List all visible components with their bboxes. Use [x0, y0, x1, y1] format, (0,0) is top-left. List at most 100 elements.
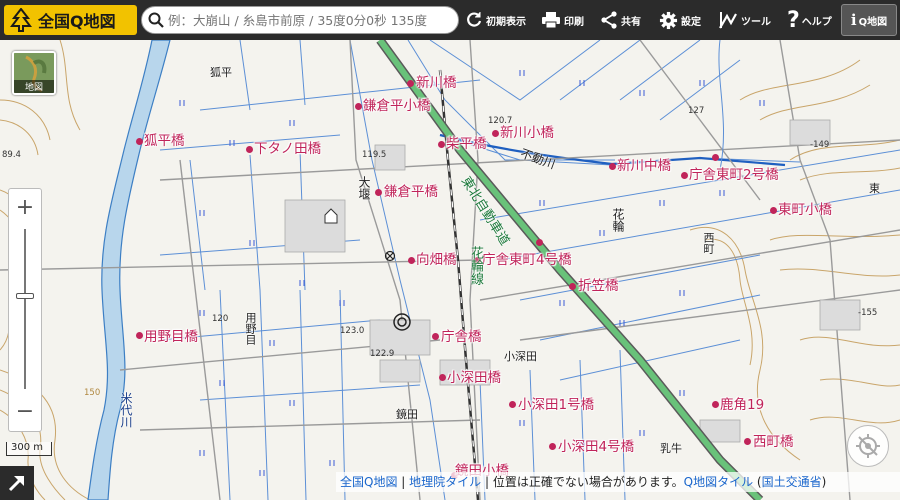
elevation-label: 122.9: [370, 349, 395, 359]
tree-icon: [10, 8, 32, 32]
bridge-marker: [770, 207, 777, 214]
area-label: 乳牛: [660, 442, 682, 455]
area-label: 鏡田: [396, 408, 418, 421]
attribution-link-app[interactable]: 全国Q地図: [340, 475, 397, 489]
bridge-marker: [609, 163, 616, 170]
railway-label: 花輪線: [468, 246, 483, 285]
place-label[interactable]: 狐平橋: [144, 133, 185, 149]
gear-icon: [659, 11, 678, 29]
question-icon: ?: [787, 7, 800, 33]
share-label: 共有: [621, 16, 641, 28]
map-base-layer: [0, 40, 900, 500]
place-label[interactable]: 小深田4号橋: [558, 439, 634, 455]
app-logo[interactable]: 全国Q地図: [4, 5, 137, 35]
share-icon: [601, 11, 617, 29]
elevation-label: 150: [84, 388, 101, 398]
place-label[interactable]: 庁舎橋: [441, 329, 482, 345]
elevation-label: 120.7: [488, 116, 513, 126]
tools-icon: [719, 12, 737, 29]
q-map-label: Q地図: [858, 16, 888, 28]
bridge-marker: [375, 189, 382, 196]
refresh-icon: [467, 12, 482, 27]
zoom-slider-track[interactable]: [24, 229, 26, 389]
search-icon: [148, 12, 164, 28]
bridge-marker: [536, 239, 543, 246]
zoom-slider-handle[interactable]: [16, 293, 34, 299]
river-label: 米代川: [119, 392, 133, 428]
layer-switch-button[interactable]: 地図: [12, 51, 56, 95]
elevation-label: 89.4: [2, 150, 21, 160]
bridge-marker: [492, 130, 499, 137]
map-view[interactable]: 新川橋 鎌倉平小橋 新川小橋 狐平橋 下タノ田橋 柴平橋 新川中橋 庁舎東町2号…: [0, 40, 900, 500]
bridge-marker: [681, 172, 688, 179]
place-label[interactable]: 新川小橋: [500, 125, 554, 141]
search-input[interactable]: [168, 12, 458, 28]
search-box[interactable]: [141, 6, 459, 34]
bridge-marker: [744, 438, 751, 445]
place-label[interactable]: 小深田1号橋: [518, 397, 594, 413]
zoom-out-button[interactable]: −: [9, 395, 41, 429]
tools-label: ツール: [741, 16, 771, 28]
place-label[interactable]: 下タノ田橋: [254, 141, 321, 157]
elevation-label: 119.5: [362, 150, 387, 160]
q-map-button[interactable]: i Q地図: [841, 4, 897, 36]
layer-switch-label: 地図: [14, 80, 54, 93]
area-label: 小深田: [504, 350, 537, 363]
zoom-in-button[interactable]: +: [9, 191, 41, 225]
place-label[interactable]: 庁舎東町4号橋: [482, 252, 572, 268]
place-label[interactable]: 用野目橋: [144, 329, 198, 345]
bridge-marker: [438, 141, 445, 148]
crosshair-icon: [856, 434, 880, 458]
elevation-label: -149: [810, 140, 830, 150]
bridge-marker: [549, 443, 556, 450]
bridge-marker: [569, 283, 576, 290]
attribution-link-qmap-tile[interactable]: Q地図タイル: [684, 475, 753, 489]
place-label[interactable]: 小深田橋: [447, 370, 501, 386]
bridge-marker: [712, 401, 719, 408]
bridge-marker: [355, 103, 362, 110]
place-label[interactable]: 向畑橋: [416, 252, 457, 268]
bridge-marker: [246, 146, 253, 153]
place-label[interactable]: 折笠橋: [578, 278, 619, 294]
place-label[interactable]: 鎌倉平橋: [384, 184, 438, 200]
attribution-link-mlit[interactable]: 国土交通省: [762, 475, 822, 489]
current-location-button[interactable]: [847, 425, 889, 467]
attribution-link-gsi[interactable]: 地理院タイル: [409, 475, 481, 489]
settings-label: 設定: [681, 16, 701, 28]
bridge-marker: [136, 138, 143, 145]
place-label[interactable]: 東町小橋: [778, 202, 832, 218]
settings-button[interactable]: 設定: [659, 8, 701, 32]
reset-view-button[interactable]: 初期表示: [465, 8, 526, 32]
place-label[interactable]: 西町橋: [753, 434, 794, 450]
top-toolbar: 全国Q地図 初期表示 印刷 共有: [0, 0, 900, 40]
attribution-paren-close: ): [821, 475, 827, 489]
place-label[interactable]: 新川中橋: [617, 158, 671, 174]
bridge-marker: [432, 333, 439, 340]
bridge-marker: [408, 257, 415, 264]
area-label: 用野目: [244, 312, 257, 345]
area-label: 西町: [702, 232, 715, 254]
scale-bar: 300 m: [6, 442, 52, 456]
place-label[interactable]: 新川橋: [416, 75, 457, 91]
print-button[interactable]: 印刷: [541, 8, 584, 32]
attribution-separator: |: [397, 475, 410, 489]
place-label[interactable]: 鎌倉平小橋: [363, 98, 431, 114]
printer-icon: [542, 12, 560, 29]
tools-button[interactable]: ツール: [718, 8, 771, 32]
elevation-label: 127: [688, 106, 705, 116]
bridge-marker: [407, 80, 414, 87]
app-title: 全国Q地図: [38, 12, 116, 31]
place-label[interactable]: 柴平橋: [446, 136, 487, 152]
place-label[interactable]: 鹿角19: [720, 397, 764, 413]
fullscreen-button[interactable]: [0, 466, 34, 500]
elevation-label: 123.0: [340, 326, 365, 336]
area-label: 東: [869, 182, 880, 195]
attribution-bar: 全国Q地図 | 地理院タイル | 位置は正確でない場合があります。Q地図タイル …: [336, 472, 900, 492]
place-label[interactable]: 庁舎東町2号橋: [689, 167, 779, 183]
help-button[interactable]: ? ヘルプ: [787, 7, 832, 33]
reset-view-label: 初期表示: [486, 16, 526, 28]
share-button[interactable]: 共有: [600, 8, 641, 32]
area-label: 大堰: [357, 176, 371, 200]
zoom-control: + −: [8, 188, 42, 432]
scale-label: 300 m: [11, 442, 44, 453]
